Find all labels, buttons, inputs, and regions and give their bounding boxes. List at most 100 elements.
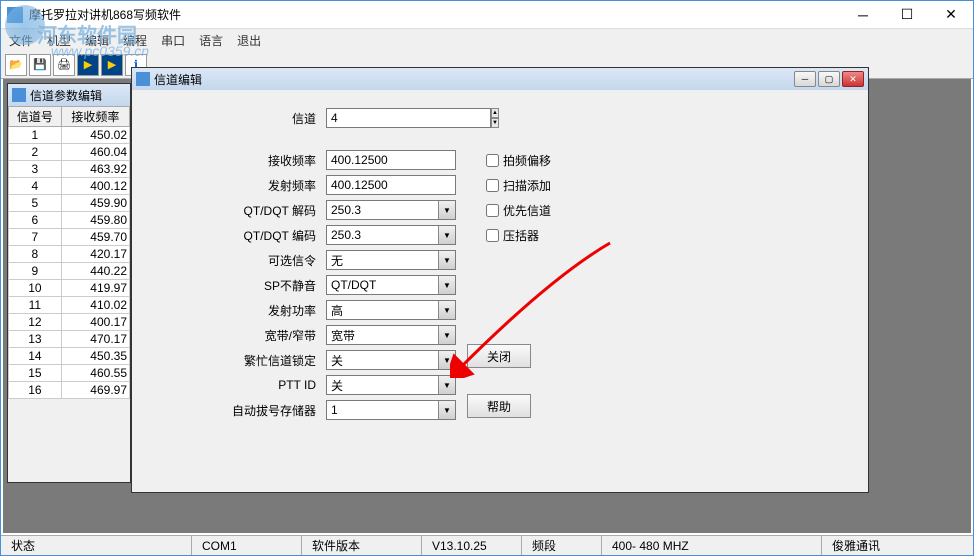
bandwidth-select[interactable]: 宽带▼ — [326, 325, 456, 345]
col-rx-freq[interactable]: 接收频率 — [61, 107, 129, 127]
status-company: 俊雅通讯 — [821, 536, 973, 555]
tool-read-icon[interactable]: ▶ — [77, 54, 99, 76]
menu-exit[interactable]: 退出 — [237, 32, 261, 49]
title-bar: 摩托罗拉对讲机868写频软件 ─ ☐ ✕ — [1, 1, 973, 29]
dialog-minimize-button[interactable]: ─ — [794, 71, 816, 87]
help-button[interactable]: 帮助 — [467, 394, 531, 418]
ptt-id-select[interactable]: 关▼ — [326, 375, 456, 395]
table-row[interactable]: 6459.80 — [9, 212, 130, 229]
menu-serial[interactable]: 串口 — [161, 32, 185, 49]
app-icon — [7, 7, 23, 23]
menu-language[interactable]: 语言 — [199, 32, 223, 49]
scan-add-checkbox[interactable]: 扫描添加 — [486, 177, 551, 194]
opt-signal-label: 可选信令 — [156, 252, 326, 269]
status-state: 状态 — [1, 536, 191, 555]
channel-list-title: 信道参数编辑 — [30, 87, 126, 104]
spin-up-icon[interactable]: ▲ — [491, 108, 499, 118]
chevron-down-icon: ▼ — [438, 351, 455, 369]
tx-freq-input[interactable] — [326, 175, 456, 195]
window-icon — [12, 88, 26, 102]
channel-list-window: 信道参数编辑 信道号 接收频率 1450.022460.043463.92440… — [7, 83, 131, 483]
menu-file[interactable]: 文件 — [9, 32, 33, 49]
dialog-title: 信道编辑 — [154, 71, 794, 88]
tool-save-icon[interactable]: 💾 — [29, 54, 51, 76]
table-row[interactable]: 13470.17 — [9, 331, 130, 348]
chevron-down-icon: ▼ — [438, 301, 455, 319]
dialog-titlebar[interactable]: 信道编辑 ─ ▢ ✕ — [132, 68, 868, 90]
chevron-down-icon: ▼ — [438, 326, 455, 344]
menu-model[interactable]: 机型 — [47, 32, 71, 49]
rx-freq-input[interactable] — [326, 150, 456, 170]
table-row[interactable]: 4400.12 — [9, 178, 130, 195]
tool-open-icon[interactable]: 📂 — [5, 54, 27, 76]
priority-checkbox[interactable]: 优先信道 — [486, 202, 551, 219]
window-icon — [136, 72, 150, 86]
table-row[interactable]: 3463.92 — [9, 161, 130, 178]
status-version-label: 软件版本 — [301, 536, 421, 555]
table-row[interactable]: 12400.17 — [9, 314, 130, 331]
table-row[interactable]: 5459.90 — [9, 195, 130, 212]
auto-dial-label: 自动拔号存储器 — [156, 402, 326, 419]
status-version: V13.10.25 — [421, 536, 521, 555]
table-row[interactable]: 1450.02 — [9, 127, 130, 144]
auto-dial-select[interactable]: 1▼ — [326, 400, 456, 420]
sp-mute-label: SP不静音 — [156, 277, 326, 294]
chevron-down-icon: ▼ — [438, 276, 455, 294]
tx-power-label: 发射功率 — [156, 302, 326, 319]
table-row[interactable]: 14450.35 — [9, 348, 130, 365]
tx-power-select[interactable]: 高▼ — [326, 300, 456, 320]
app-title: 摩托罗拉对讲机868写频软件 — [29, 6, 841, 23]
table-row[interactable]: 7459.70 — [9, 229, 130, 246]
maximize-button[interactable]: ☐ — [885, 1, 929, 29]
menu-program[interactable]: 编程 — [123, 32, 147, 49]
chevron-down-icon: ▼ — [438, 401, 455, 419]
close-button[interactable]: ✕ — [929, 1, 973, 29]
bandwidth-label: 宽带/窄带 — [156, 327, 326, 344]
main-window: 摩托罗拉对讲机868写频软件 ─ ☐ ✕ 文件 机型 编辑 编程 串口 语言 退… — [0, 0, 974, 556]
chevron-down-icon: ▼ — [438, 201, 455, 219]
freq-offset-checkbox[interactable]: 拍频偏移 — [486, 152, 551, 169]
channel-edit-dialog: 信道编辑 ─ ▢ ✕ 信道 ▲ ▼ — [131, 67, 869, 493]
dialog-maximize-button[interactable]: ▢ — [818, 71, 840, 87]
status-band-label: 频段 — [521, 536, 601, 555]
rx-freq-label: 接收频率 — [156, 152, 326, 169]
compressor-checkbox[interactable]: 压括器 — [486, 227, 539, 244]
table-row[interactable]: 11410.02 — [9, 297, 130, 314]
chevron-down-icon: ▼ — [438, 251, 455, 269]
qt-encode-label: QT/DQT 编码 — [156, 227, 326, 244]
table-row[interactable]: 2460.04 — [9, 144, 130, 161]
qt-encode-select[interactable]: 250.3▼ — [326, 225, 456, 245]
ptt-id-label: PTT ID — [156, 378, 326, 392]
col-channel-num[interactable]: 信道号 — [9, 107, 62, 127]
sp-mute-select[interactable]: QT/DQT▼ — [326, 275, 456, 295]
channel-list-titlebar[interactable]: 信道参数编辑 — [8, 84, 130, 106]
status-bar: 状态 COM1 软件版本 V13.10.25 频段 400- 480 MHZ 俊… — [1, 535, 973, 555]
channel-spinner[interactable]: ▲ ▼ — [326, 108, 426, 128]
qt-decode-label: QT/DQT 解码 — [156, 202, 326, 219]
close-button[interactable]: 关闭 — [467, 344, 531, 368]
table-row[interactable]: 16469.97 — [9, 382, 130, 399]
chevron-down-icon: ▼ — [438, 376, 455, 394]
tool-print-icon[interactable]: 🖨 — [53, 54, 75, 76]
status-com: COM1 — [191, 536, 301, 555]
busy-lock-label: 繁忙信道锁定 — [156, 352, 326, 369]
table-row[interactable]: 15460.55 — [9, 365, 130, 382]
chevron-down-icon: ▼ — [438, 226, 455, 244]
table-row[interactable]: 9440.22 — [9, 263, 130, 280]
channel-input[interactable] — [326, 108, 491, 128]
table-row[interactable]: 10419.97 — [9, 280, 130, 297]
busy-lock-select[interactable]: 关▼ — [326, 350, 456, 370]
tx-freq-label: 发射频率 — [156, 177, 326, 194]
channel-label: 信道 — [156, 110, 326, 127]
menu-edit[interactable]: 编辑 — [85, 32, 109, 49]
mdi-client-area: 信道参数编辑 信道号 接收频率 1450.022460.043463.92440… — [3, 79, 971, 533]
opt-signal-select[interactable]: 无▼ — [326, 250, 456, 270]
spin-down-icon[interactable]: ▼ — [491, 118, 499, 128]
tool-write-icon[interactable]: ▶ — [101, 54, 123, 76]
status-band: 400- 480 MHZ — [601, 536, 821, 555]
table-row[interactable]: 8420.17 — [9, 246, 130, 263]
dialog-close-button[interactable]: ✕ — [842, 71, 864, 87]
minimize-button[interactable]: ─ — [841, 1, 885, 29]
channel-table: 信道号 接收频率 1450.022460.043463.924400.12545… — [8, 106, 130, 399]
qt-decode-select[interactable]: 250.3▼ — [326, 200, 456, 220]
